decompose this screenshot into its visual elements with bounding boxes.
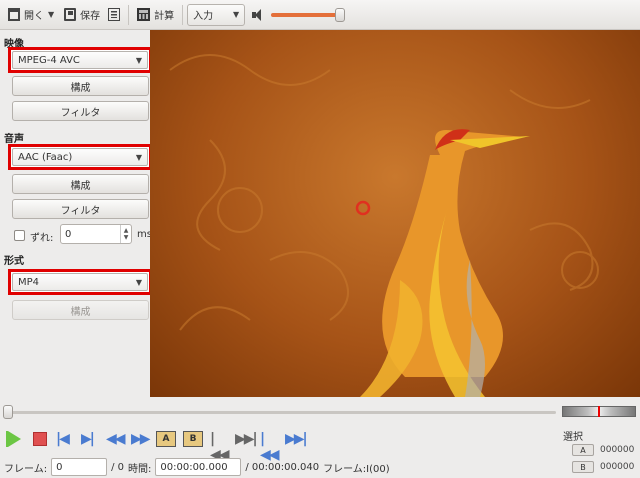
properties-list-icon — [108, 8, 121, 21]
marker-a-label: A — [162, 434, 170, 444]
audio-filter-button[interactable]: フィルタ — [12, 199, 149, 219]
go-to-start-icon[interactable]: |◀◀ — [260, 431, 280, 463]
video-codec-select[interactable]: MPEG-4 AVC ▼ — [8, 47, 152, 73]
time-value: 00:00:00.000 — [160, 461, 228, 473]
properties-button[interactable] — [104, 3, 124, 27]
format-section-label: 形式 — [4, 256, 24, 267]
selection-a-button[interactable]: A — [572, 444, 594, 456]
chevron-down-icon: ▼ — [135, 277, 142, 287]
folder-open-icon — [8, 8, 20, 21]
previous-frame-icon[interactable]: |◀ — [56, 431, 74, 447]
open-label: 開く — [24, 11, 44, 22]
frame-input[interactable]: 0 — [51, 458, 108, 476]
audio-shift-label: ずれ: — [30, 233, 54, 244]
set-marker-a-button[interactable]: A — [156, 431, 176, 447]
calculator-icon — [137, 8, 151, 21]
volume-slider-handle[interactable] — [335, 7, 346, 22]
video-configure-button[interactable]: 構成 — [12, 76, 149, 96]
selection-b-label: B — [580, 462, 586, 472]
save-icon — [64, 8, 77, 21]
audio-codec-value: AAC (Faac) — [18, 151, 73, 163]
jog-shuttle-marker — [598, 406, 600, 417]
open-button[interactable]: 開く — [4, 3, 48, 27]
calculate-button[interactable]: 計算 — [133, 3, 178, 27]
chevron-down-icon: ▼ — [135, 55, 142, 65]
frame-value: 0 — [56, 461, 63, 473]
video-filter-button[interactable]: フィルタ — [12, 101, 149, 121]
open-menu-chevron-down-icon[interactable]: ▼ — [48, 10, 54, 19]
video-frame-image — [169, 54, 599, 397]
save-label: 保存 — [80, 11, 101, 22]
audio-section-label: 音声 — [4, 134, 24, 145]
seek-bar-handle[interactable] — [3, 405, 13, 419]
volume-slider[interactable] — [271, 7, 346, 22]
stop-icon[interactable] — [33, 432, 47, 446]
audio-configure-button[interactable]: 構成 — [12, 174, 149, 194]
toolbar-separator — [182, 4, 184, 25]
chevron-down-icon: ▼ — [135, 152, 142, 162]
next-frame-icon[interactable]: ▶| — [81, 431, 99, 447]
chevron-down-icon: ▼ — [233, 10, 240, 19]
toolbar-separator — [128, 4, 130, 25]
input-output-select[interactable]: 入力 ▼ — [187, 3, 246, 26]
audio-shift-input[interactable]: 0 ▲ ▼ — [60, 224, 132, 244]
toolbar: 開く ▼ 保存 計算 入力 ▼ — [0, 0, 640, 30]
format-configure-button[interactable]: 構成 — [12, 300, 149, 320]
previous-keyframe-icon[interactable]: ◀◀ — [106, 431, 126, 447]
container-format-select[interactable]: MP4 ▼ — [8, 269, 152, 295]
save-button[interactable]: 保存 — [60, 3, 104, 27]
next-black-frame-icon[interactable]: ▶▶| — [235, 431, 258, 447]
spinner-arrows-icon[interactable]: ▲ ▼ — [120, 225, 131, 243]
transport-controls: |◀ ▶| ◀◀ ▶▶ A B |◀◀ ▶▶| |◀◀ ▶▶| — [6, 430, 308, 463]
video-preview — [150, 30, 640, 397]
frame-total: / 0 — [111, 461, 124, 473]
volume-icon — [251, 8, 265, 22]
next-keyframe-icon[interactable]: ▶▶ — [131, 431, 151, 447]
settings-panel: 映像 MPEG-4 AVC ▼ 構成 フィルタ 音声 AAC (Faac) ▼ … — [0, 30, 152, 400]
seek-bar[interactable] — [8, 411, 556, 414]
frame-type-text: フレーム:I(00) — [323, 463, 390, 475]
audio-shift-checkbox[interactable] — [14, 230, 25, 241]
go-to-end-icon[interactable]: ▶▶| — [285, 431, 308, 447]
input-output-value: 入力 — [193, 11, 214, 22]
selection-b-value: 000000 — [600, 462, 635, 472]
previous-black-frame-icon[interactable]: |◀◀ — [210, 431, 230, 463]
calculate-label: 計算 — [154, 11, 175, 22]
container-format-value: MP4 — [18, 276, 40, 288]
play-icon[interactable] — [6, 431, 24, 447]
frame-label: フレーム: — [4, 463, 48, 475]
audio-shift-value: 0 — [65, 228, 72, 240]
marker-b-label: B — [189, 434, 197, 444]
video-codec-value: MPEG-4 AVC — [18, 54, 80, 66]
selection-a-value: 000000 — [600, 445, 635, 455]
time-label: 時間: — [128, 463, 152, 475]
selection-b-button[interactable]: B — [572, 461, 594, 473]
status-bar: フレーム: 0 / 0 時間: 00:00:00.000 / 00:00:00.… — [4, 457, 564, 477]
audio-codec-select[interactable]: AAC (Faac) ▼ — [8, 144, 152, 170]
selection-label: 選択 — [563, 432, 583, 443]
time-input[interactable]: 00:00:00.000 — [155, 458, 242, 476]
set-marker-b-button[interactable]: B — [183, 431, 203, 447]
duration-text: / 00:00:00.040 — [245, 461, 320, 473]
selection-a-label: A — [580, 445, 586, 455]
